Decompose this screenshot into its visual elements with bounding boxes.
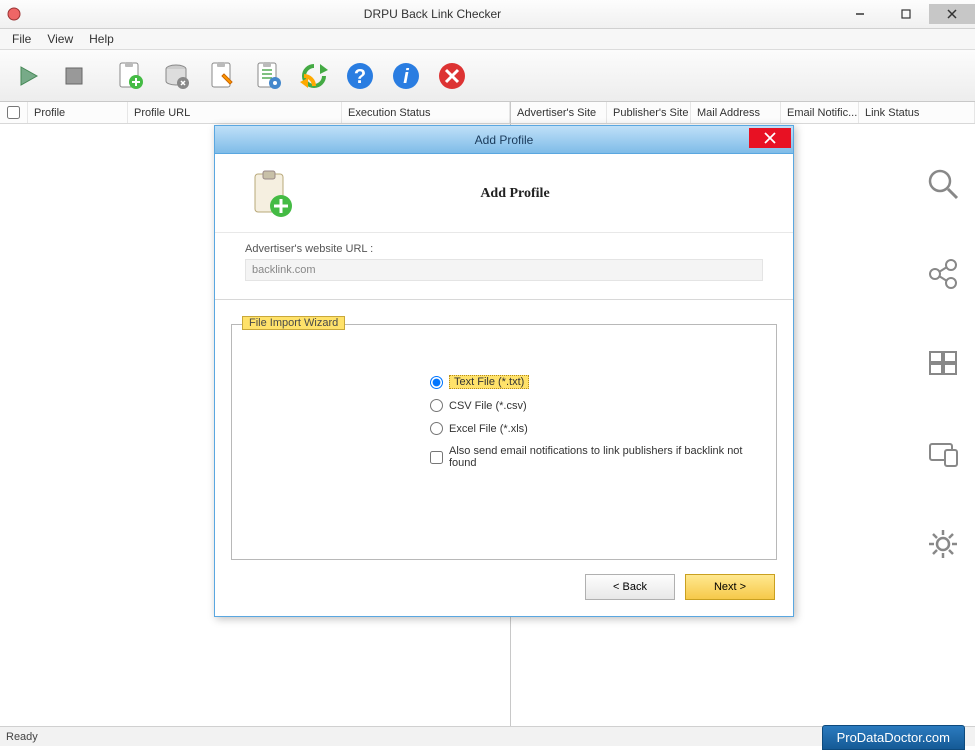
windows-icon[interactable] bbox=[923, 344, 963, 384]
menu-help[interactable]: Help bbox=[81, 30, 122, 48]
advertiser-url-input[interactable] bbox=[245, 259, 763, 281]
wizard-legend: File Import Wizard bbox=[242, 316, 345, 330]
edit-profile-button[interactable] bbox=[200, 54, 244, 98]
window-title: DRPU Back Link Checker bbox=[28, 7, 837, 21]
dialog-close-button[interactable] bbox=[749, 128, 791, 148]
gear-icon[interactable] bbox=[923, 524, 963, 564]
svg-text:i: i bbox=[403, 66, 409, 88]
radio-text-file[interactable]: Text File (*.txt) bbox=[430, 375, 756, 389]
svg-text:?: ? bbox=[354, 66, 366, 88]
checkbox-email-notify[interactable]: Also send email notifications to link pu… bbox=[430, 445, 756, 469]
refresh-button[interactable] bbox=[292, 54, 336, 98]
next-button[interactable]: Next > bbox=[685, 574, 775, 600]
play-button[interactable] bbox=[6, 54, 50, 98]
menu-file[interactable]: File bbox=[4, 30, 39, 48]
help-button[interactable]: ? bbox=[338, 54, 382, 98]
info-button[interactable]: i bbox=[384, 54, 428, 98]
add-profile-button[interactable] bbox=[108, 54, 152, 98]
database-button[interactable] bbox=[154, 54, 198, 98]
radio-csv-file[interactable]: CSV File (*.csv) bbox=[430, 399, 756, 412]
back-button[interactable]: < Back bbox=[585, 574, 675, 600]
menubar: File View Help bbox=[0, 29, 975, 50]
col-profile-url[interactable]: Profile URL bbox=[128, 102, 342, 123]
app-icon bbox=[6, 6, 22, 22]
dialog-title: Add Profile bbox=[215, 133, 793, 147]
settings-profile-button[interactable] bbox=[246, 54, 290, 98]
col-execution-status[interactable]: Execution Status bbox=[342, 102, 510, 123]
stop-button[interactable] bbox=[52, 54, 96, 98]
clipboard-add-icon bbox=[245, 168, 297, 220]
share-icon[interactable] bbox=[923, 254, 963, 294]
minimize-button[interactable] bbox=[837, 4, 883, 24]
url-label: Advertiser's website URL : bbox=[245, 243, 763, 255]
dialog-header-text: Add Profile bbox=[317, 186, 773, 202]
file-import-wizard: File Import Wizard Text File (*.txt) CSV… bbox=[231, 324, 777, 560]
col-publishers-site[interactable]: Publisher's Site bbox=[607, 102, 691, 123]
col-mail-address[interactable]: Mail Address bbox=[691, 102, 781, 123]
devices-icon[interactable] bbox=[923, 434, 963, 474]
maximize-button[interactable] bbox=[883, 4, 929, 24]
close-button[interactable] bbox=[929, 4, 975, 24]
add-profile-dialog: Add Profile Add Profile Advertiser's web… bbox=[214, 125, 794, 617]
window-titlebar: DRPU Back Link Checker bbox=[0, 0, 975, 29]
select-all-checkbox[interactable] bbox=[0, 102, 28, 123]
dialog-titlebar: Add Profile bbox=[215, 126, 793, 154]
side-tools bbox=[911, 124, 975, 726]
col-link-status[interactable]: Link Status bbox=[859, 102, 975, 123]
col-email-notific[interactable]: Email Notific... bbox=[781, 102, 859, 123]
col-advertisers-site[interactable]: Advertiser's Site bbox=[511, 102, 607, 123]
cancel-button[interactable] bbox=[430, 54, 474, 98]
column-headers: Profile Profile URL Execution Status Adv… bbox=[0, 102, 975, 124]
radio-excel-file[interactable]: Excel File (*.xls) bbox=[430, 422, 756, 435]
toolbar: ? i bbox=[0, 50, 975, 102]
col-profile[interactable]: Profile bbox=[28, 102, 128, 123]
watermark: ProDataDoctor.com bbox=[822, 725, 965, 750]
menu-view[interactable]: View bbox=[39, 30, 81, 48]
search-icon[interactable] bbox=[923, 164, 963, 204]
status-ready: Ready bbox=[6, 731, 38, 743]
